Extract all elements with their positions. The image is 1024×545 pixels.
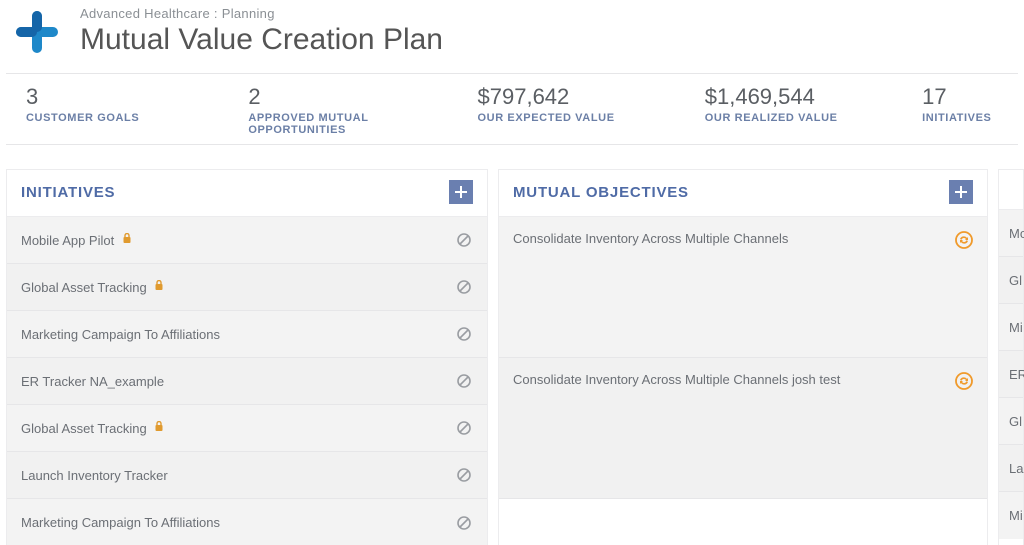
initiative-row[interactable]: ER Tracker NA_example <box>7 358 487 405</box>
initiative-row[interactable]: Global Asset Tracking <box>7 405 487 452</box>
initiative-row[interactable]: Global Asset Tracking <box>7 264 487 311</box>
initiative-label: Marketing Campaign To Affiliations <box>21 327 220 342</box>
truncated-row[interactable]: Mi <box>999 304 1023 351</box>
title-block: Advanced Healthcare : Planning Mutual Va… <box>80 6 443 57</box>
metric-value: 17 <box>922 84 998 110</box>
metric-value: $797,642 <box>478 84 665 110</box>
lock-icon <box>154 280 166 291</box>
metric-customer-goals: 3 CUSTOMER GOALS <box>6 74 228 144</box>
truncated-row[interactable]: Gl <box>999 398 1023 445</box>
objective-rows: Consolidate Inventory Across Multiple Ch… <box>499 216 987 499</box>
truncated-label: Mi <box>1009 320 1023 335</box>
objective-label: Consolidate Inventory Across Multiple Ch… <box>513 372 840 387</box>
lock-icon <box>122 233 134 244</box>
metric-initiatives-count: 17 INITIATIVES <box>902 74 1018 144</box>
initiative-rows: Mobile App Pilot Global Asset Tracking M… <box>7 216 487 545</box>
add-initiative-button[interactable] <box>449 180 473 204</box>
truncated-row[interactable]: Mi <box>999 492 1023 539</box>
initiative-row[interactable]: Marketing Campaign To Affiliations <box>7 311 487 358</box>
breadcrumb: Advanced Healthcare : Planning <box>80 6 443 21</box>
column-header: IN <box>999 170 1023 209</box>
metric-realized-value: $1,469,544 OUR REALIZED VALUE <box>685 74 902 144</box>
blocked-icon <box>455 372 473 390</box>
metric-value: $1,469,544 <box>705 84 882 110</box>
objective-row[interactable]: Consolidate Inventory Across Multiple Ch… <box>499 358 987 499</box>
metric-label: APPROVED MUTUAL OPPORTUNITIES <box>248 112 437 136</box>
column-header: MUTUAL OBJECTIVES <box>499 170 987 216</box>
objective-label: Consolidate Inventory Across Multiple Ch… <box>513 231 788 246</box>
column-title: INITIATIVES <box>21 184 115 201</box>
initiative-label: Mobile App Pilot <box>21 233 114 248</box>
column-initiatives: INITIATIVES Mobile App Pilot Global Asse… <box>6 169 488 545</box>
blocked-icon <box>455 466 473 484</box>
metric-value: 2 <box>248 84 437 110</box>
column-title: MUTUAL OBJECTIVES <box>513 184 689 201</box>
blocked-icon <box>455 231 473 249</box>
initiative-label: Marketing Campaign To Affiliations <box>21 515 220 530</box>
blocked-icon <box>455 419 473 437</box>
plus-icon <box>454 185 468 199</box>
metric-label: OUR EXPECTED VALUE <box>478 112 665 124</box>
initiative-row[interactable]: Mobile App Pilot <box>7 217 487 264</box>
truncated-row[interactable]: ER <box>999 351 1023 398</box>
page-header: Advanced Healthcare : Planning Mutual Va… <box>0 0 1024 69</box>
truncated-label: Mi <box>1009 508 1023 523</box>
plus-icon <box>954 185 968 199</box>
board-columns: INITIATIVES Mobile App Pilot Global Asse… <box>0 145 1024 545</box>
column-header: INITIATIVES <box>7 170 487 216</box>
truncated-rows: Mo Gl Mi ER Gl La Mi <box>999 209 1023 539</box>
truncated-label: Gl <box>1009 414 1022 429</box>
page-title: Mutual Value Creation Plan <box>80 23 443 57</box>
initiative-row[interactable]: Launch Inventory Tracker <box>7 452 487 499</box>
truncated-row[interactable]: Gl <box>999 257 1023 304</box>
metric-expected-value: $797,642 OUR EXPECTED VALUE <box>458 74 685 144</box>
add-objective-button[interactable] <box>949 180 973 204</box>
objective-row[interactable]: Consolidate Inventory Across Multiple Ch… <box>499 217 987 358</box>
sync-icon <box>955 231 973 249</box>
initiative-label: Global Asset Tracking <box>21 280 147 295</box>
metric-approved-opportunities: 2 APPROVED MUTUAL OPPORTUNITIES <box>228 74 457 144</box>
blocked-icon <box>455 514 473 532</box>
metric-value: 3 <box>26 84 208 110</box>
app-logo <box>12 7 62 57</box>
truncated-label: ER <box>1009 367 1024 382</box>
lock-icon <box>154 421 166 432</box>
initiative-label: Launch Inventory Tracker <box>21 468 168 483</box>
initiative-label: Global Asset Tracking <box>21 421 147 436</box>
metric-label: INITIATIVES <box>922 112 998 124</box>
truncated-label: La <box>1009 461 1023 476</box>
truncated-label: Gl <box>1009 273 1022 288</box>
column-truncated: IN Mo Gl Mi ER Gl La Mi <box>998 169 1024 545</box>
truncated-row[interactable]: Mo <box>999 210 1023 257</box>
metric-label: OUR REALIZED VALUE <box>705 112 882 124</box>
column-mutual-objectives: MUTUAL OBJECTIVES Consolidate Inventory … <box>498 169 988 545</box>
metrics-bar: 3 CUSTOMER GOALS 2 APPROVED MUTUAL OPPOR… <box>6 73 1018 145</box>
blocked-icon <box>455 278 473 296</box>
initiative-label: ER Tracker NA_example <box>21 374 164 389</box>
sync-icon <box>955 372 973 390</box>
truncated-row[interactable]: La <box>999 445 1023 492</box>
metric-label: CUSTOMER GOALS <box>26 112 208 124</box>
blocked-icon <box>455 325 473 343</box>
initiative-row[interactable]: Marketing Campaign To Affiliations <box>7 499 487 545</box>
truncated-label: Mo <box>1009 226 1024 241</box>
